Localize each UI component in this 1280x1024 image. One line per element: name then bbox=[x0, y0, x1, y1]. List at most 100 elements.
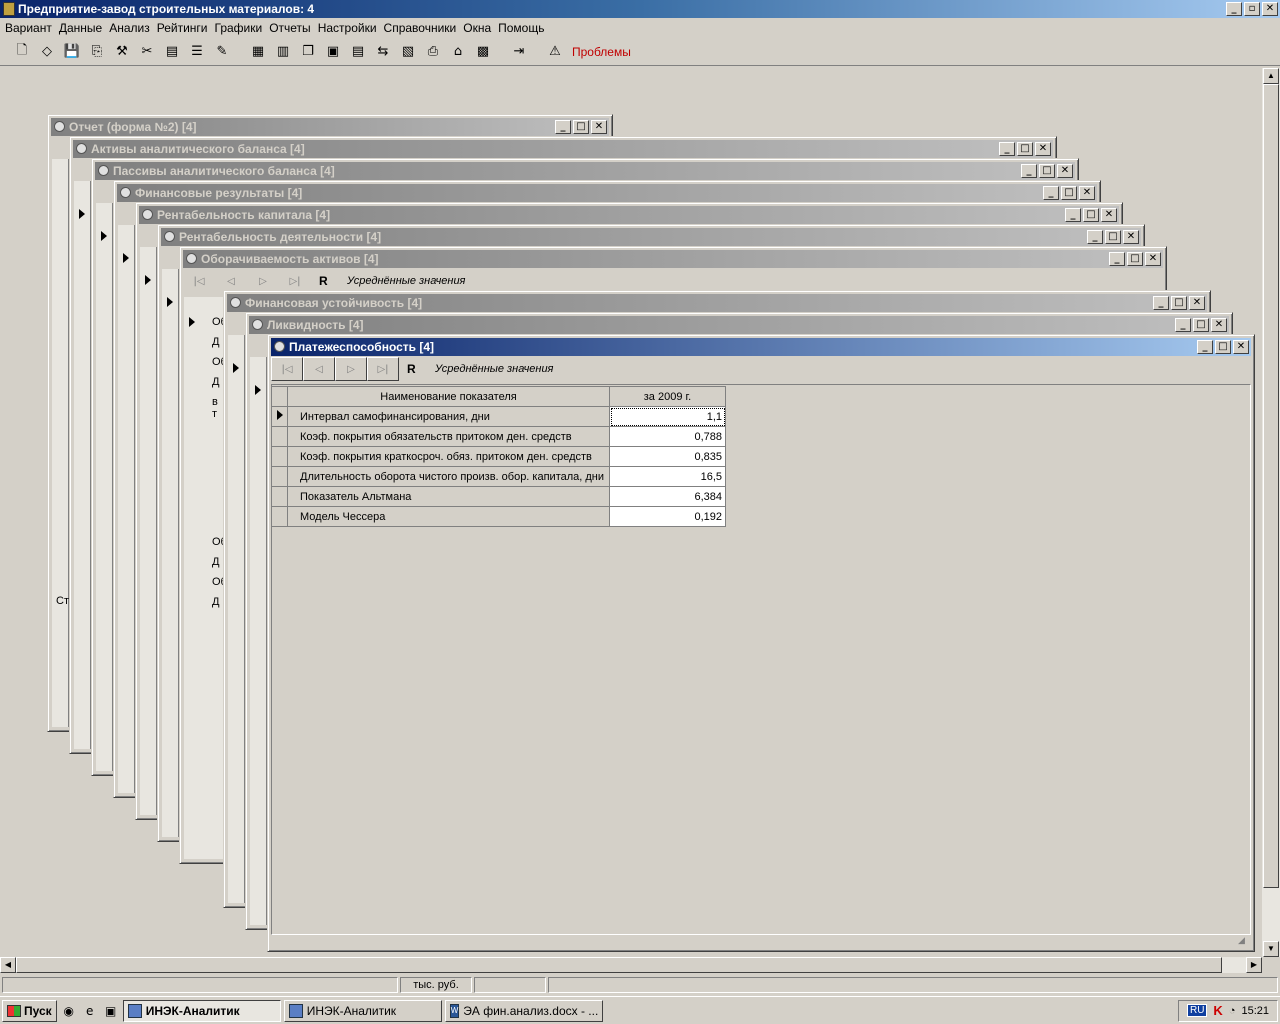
r-button[interactable]: R bbox=[319, 274, 335, 288]
window-title-bar[interactable]: Платежеспособность [4] _ □ ✕ bbox=[271, 338, 1251, 356]
resize-grip-icon[interactable]: ◢ bbox=[1238, 936, 1250, 948]
prev-record-icon[interactable]: ◁ bbox=[303, 357, 335, 381]
menu-variant[interactable]: Вариант bbox=[2, 21, 55, 35]
window-title-bar[interactable]: Оборачиваемость активов [4] _ □ ✕ bbox=[183, 250, 1163, 268]
window-maximize-button[interactable]: □ bbox=[1061, 186, 1077, 200]
print-icon[interactable]: ⎙ bbox=[423, 42, 443, 62]
export-icon[interactable]: ⎘ bbox=[87, 42, 107, 62]
first-record-icon[interactable]: |◁ bbox=[271, 357, 303, 381]
exit-icon[interactable]: ⇥ bbox=[509, 42, 529, 62]
start-button[interactable]: Пуск bbox=[2, 999, 57, 1022]
edit-icon[interactable]: ✎ bbox=[212, 42, 232, 62]
table-row[interactable]: Коэф. покрытия краткосроч. обяз. притоко… bbox=[271, 446, 726, 467]
next-record-icon[interactable]: ▷ bbox=[335, 357, 367, 381]
scroll-left-icon[interactable]: ◀ bbox=[0, 957, 16, 973]
menu-settings[interactable]: Настройки bbox=[315, 21, 380, 35]
menu-help[interactable]: Помощь bbox=[495, 21, 547, 35]
new-file-icon[interactable]: 🗋 bbox=[12, 42, 32, 62]
close-button[interactable]: ✕ bbox=[1262, 2, 1278, 16]
menu-data[interactable]: Данные bbox=[56, 21, 105, 35]
window-close-button[interactable]: ✕ bbox=[1189, 296, 1205, 310]
problems-button[interactable]: Проблемы bbox=[572, 45, 631, 59]
menu-charts[interactable]: Графики bbox=[212, 21, 266, 35]
window-maximize-button[interactable]: □ bbox=[1193, 318, 1209, 332]
restore-button[interactable]: ▫ bbox=[1244, 2, 1260, 16]
window-close-button[interactable]: ✕ bbox=[1101, 208, 1117, 222]
window-minimize-button[interactable]: _ bbox=[1153, 296, 1169, 310]
indicator-value[interactable]: 0,192 bbox=[609, 506, 726, 527]
window-close-button[interactable]: ✕ bbox=[1211, 318, 1227, 332]
indicator-value[interactable]: 1,1 bbox=[609, 406, 726, 427]
window-close-button[interactable]: ✕ bbox=[1233, 340, 1249, 354]
window-title-bar[interactable]: Рентабельность капитала [4] _ □ ✕ bbox=[139, 206, 1119, 224]
quicklaunch-icon[interactable]: ▣ bbox=[102, 1002, 120, 1020]
window-minimize-button[interactable]: _ bbox=[1197, 340, 1213, 354]
first-record-icon[interactable]: |◁ bbox=[183, 269, 215, 293]
problems-icon[interactable]: ⚠ bbox=[545, 42, 565, 62]
report-icon[interactable]: ▣ bbox=[323, 42, 343, 62]
form-icon[interactable]: ▤ bbox=[162, 42, 182, 62]
chart-icon[interactable]: ▧ bbox=[398, 42, 418, 62]
scroll-up-icon[interactable]: ▲ bbox=[1263, 68, 1279, 84]
task-inek[interactable]: ИНЭК-Аналитик bbox=[283, 999, 442, 1022]
clock[interactable]: 15:21 bbox=[1241, 1005, 1269, 1017]
window-minimize-button[interactable]: _ bbox=[1175, 318, 1191, 332]
window-title-bar[interactable]: Пассивы аналитического баланса [4] _ □ ✕ bbox=[95, 162, 1075, 180]
home-icon[interactable]: ⌂ bbox=[448, 42, 468, 62]
column-header-name[interactable]: Наименование показателя bbox=[287, 386, 610, 407]
window-maximize-button[interactable]: □ bbox=[573, 120, 589, 134]
calc-icon[interactable]: ▩ bbox=[473, 42, 493, 62]
grid-icon[interactable]: ▥ bbox=[273, 42, 293, 62]
vertical-scrollbar[interactable]: ▲ ▼ bbox=[1262, 68, 1280, 957]
indicator-value[interactable]: 6,384 bbox=[609, 486, 726, 507]
task-word-doc[interactable]: W ЭА фин.анализ.docx - ... bbox=[444, 999, 603, 1022]
last-record-icon[interactable]: ▷| bbox=[367, 357, 399, 381]
window-title-bar[interactable]: Финансовая устойчивость [4] _ □ ✕ bbox=[227, 294, 1207, 312]
transfer-icon[interactable]: ⇆ bbox=[373, 42, 393, 62]
menu-windows[interactable]: Окна bbox=[460, 21, 494, 35]
horizontal-scrollbar[interactable]: ◀ ▶ bbox=[0, 957, 1262, 973]
table-row[interactable]: Длительность оборота чистого произв. обо… bbox=[271, 466, 726, 487]
window-minimize-button[interactable]: _ bbox=[1021, 164, 1037, 178]
r-button[interactable]: R bbox=[407, 362, 423, 376]
window-maximize-button[interactable]: □ bbox=[1017, 142, 1033, 156]
table-row[interactable]: Модель Чессера 0,192 bbox=[271, 506, 726, 527]
window-close-button[interactable]: ✕ bbox=[1123, 230, 1139, 244]
window-minimize-button[interactable]: _ bbox=[999, 142, 1015, 156]
window-maximize-button[interactable]: □ bbox=[1127, 252, 1143, 266]
cut-icon[interactable]: ✂ bbox=[137, 42, 157, 62]
table-row[interactable]: Показатель Альтмана 6,384 bbox=[271, 486, 726, 507]
window-maximize-button[interactable]: □ bbox=[1083, 208, 1099, 222]
window-close-button[interactable]: ✕ bbox=[1035, 142, 1051, 156]
menu-references[interactable]: Справочники bbox=[381, 21, 460, 35]
internet-explorer-icon[interactable]: e bbox=[81, 1002, 99, 1020]
column-header-year[interactable]: за 2009 г. bbox=[609, 386, 726, 407]
window-minimize-button[interactable]: _ bbox=[1087, 230, 1103, 244]
window-title-bar[interactable]: Ликвидность [4] _ □ ✕ bbox=[249, 316, 1229, 334]
indicator-value[interactable]: 0,788 bbox=[609, 426, 726, 447]
scroll-thumb[interactable] bbox=[1263, 84, 1279, 888]
tool-icon[interactable]: ⚒ bbox=[112, 42, 132, 62]
table-row[interactable]: Коэф. покрытия обязательств притоком ден… bbox=[271, 426, 726, 447]
window-maximize-button[interactable]: □ bbox=[1171, 296, 1187, 310]
window-close-button[interactable]: ✕ bbox=[1057, 164, 1073, 178]
scroll-thumb[interactable] bbox=[16, 957, 1222, 973]
open-folder-icon[interactable]: ◇ bbox=[37, 42, 57, 62]
window-title-bar[interactable]: Финансовые результаты [4] _ □ ✕ bbox=[117, 184, 1097, 202]
window-maximize-button[interactable]: □ bbox=[1039, 164, 1055, 178]
save-icon[interactable]: 💾 bbox=[62, 42, 82, 62]
window-maximize-button[interactable]: □ bbox=[1105, 230, 1121, 244]
window-close-button[interactable]: ✕ bbox=[1079, 186, 1095, 200]
window-title-bar[interactable]: Отчет (форма №2) [4] _ □ ✕ bbox=[51, 118, 609, 136]
window-minimize-button[interactable]: _ bbox=[1109, 252, 1125, 266]
table-row[interactable]: Интервал самофинансирования, дни 1,1 bbox=[271, 406, 726, 427]
window-title-bar[interactable]: Рентабельность деятельности [4] _ □ ✕ bbox=[161, 228, 1141, 246]
table-icon[interactable]: ▦ bbox=[248, 42, 268, 62]
menu-analysis[interactable]: Анализ bbox=[106, 21, 153, 35]
window-close-button[interactable]: ✕ bbox=[591, 120, 607, 134]
scroll-down-icon[interactable]: ▼ bbox=[1263, 941, 1279, 957]
list-icon[interactable]: ☰ bbox=[187, 42, 207, 62]
tray-icon[interactable]: ◔ bbox=[1229, 1005, 1236, 1017]
task-inek-active[interactable]: ИНЭК-Аналитик bbox=[122, 999, 281, 1022]
scroll-right-icon[interactable]: ▶ bbox=[1246, 957, 1262, 973]
